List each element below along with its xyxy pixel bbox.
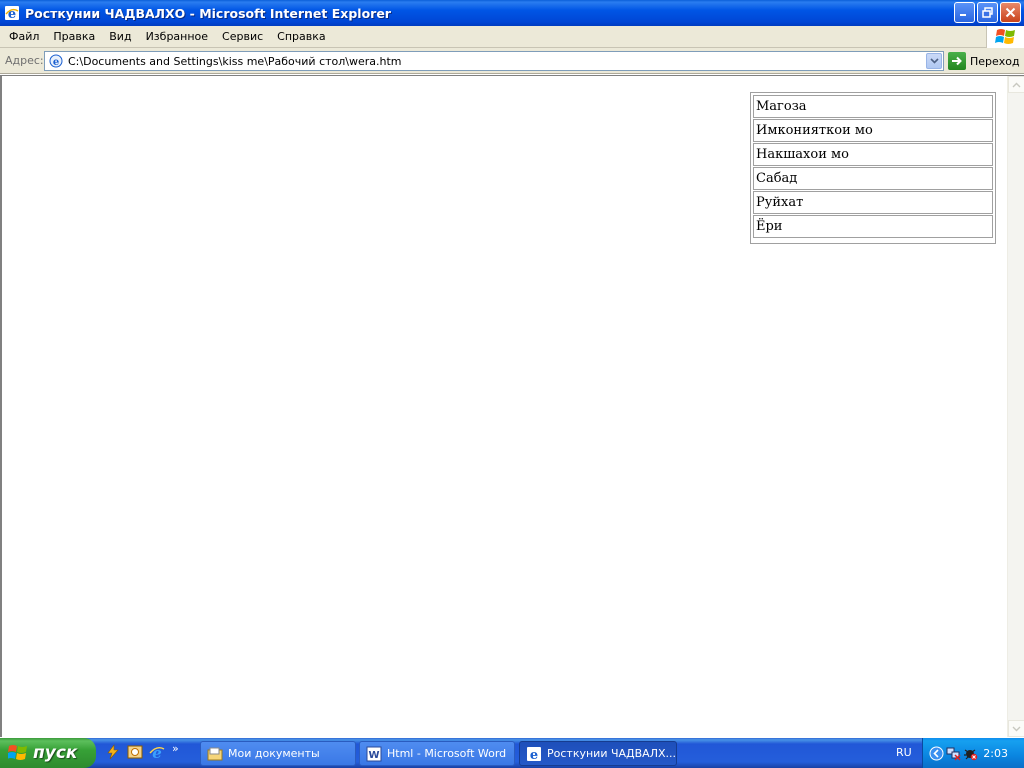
- ie-icon: e: [4, 5, 20, 21]
- language-indicator[interactable]: RU: [896, 746, 912, 759]
- address-bar: Адрес: e C:\Documents and Settings\kiss …: [0, 48, 1024, 74]
- window-title: Росткунии ЧАДВАЛХО - Microsoft Internet …: [25, 5, 391, 21]
- svg-text:e: e: [152, 744, 162, 760]
- close-button[interactable]: [1000, 2, 1021, 23]
- nav-menu-table: Магоза Имконияткои мо Накшахои мо Сабад …: [750, 92, 996, 244]
- menu-bar: Файл Правка Вид Избранное Сервис Справка: [0, 26, 1024, 48]
- folder-icon: [207, 746, 223, 762]
- taskbar: пуск e » Мои документы W Html - Microsof…: [0, 738, 1024, 768]
- minimize-icon: [960, 14, 966, 16]
- menu-edit[interactable]: Правка: [46, 30, 102, 43]
- task-word[interactable]: W Html - Microsoft Word: [359, 741, 515, 766]
- chevron-up-icon: [1012, 82, 1021, 87]
- chevron-down-icon: [929, 58, 939, 64]
- chevron-down-icon: [1012, 726, 1021, 731]
- ie-quicklaunch-icon[interactable]: e: [148, 743, 166, 761]
- nav-item-cart[interactable]: Сабад: [753, 167, 993, 190]
- task-internet-explorer[interactable]: e Росткунии ЧАДВАЛХ...: [519, 741, 677, 766]
- tray-expand-icon[interactable]: [929, 746, 944, 761]
- windows-flag-icon: [8, 743, 28, 763]
- restore-button[interactable]: [977, 2, 998, 23]
- address-dropdown-button[interactable]: [926, 53, 942, 69]
- close-icon: [1005, 7, 1016, 18]
- page-content: Магоза Имконияткои мо Накшахои мо Сабад …: [0, 75, 1024, 737]
- antivirus-icon[interactable]: [963, 746, 978, 761]
- start-label: пуск: [33, 743, 78, 763]
- nav-item-list[interactable]: Руйхат: [753, 191, 993, 214]
- system-tray: 2:03: [922, 738, 1024, 768]
- show-desktop-icon[interactable]: [126, 743, 144, 761]
- clock: 2:03: [983, 746, 1008, 760]
- go-arrow-icon: [948, 52, 966, 70]
- task-label: Html - Microsoft Word: [387, 747, 507, 760]
- nav-item-store[interactable]: Магоза: [753, 95, 993, 118]
- go-label: Переход: [970, 54, 1020, 68]
- task-label: Мои документы: [228, 747, 320, 760]
- task-my-documents[interactable]: Мои документы: [200, 741, 356, 766]
- winamp-icon[interactable]: [104, 743, 122, 761]
- network-icon[interactable]: [946, 746, 961, 761]
- page-icon: e: [48, 53, 64, 69]
- nav-item-features[interactable]: Имконияткои мо: [753, 119, 993, 142]
- go-button[interactable]: Переход: [948, 52, 1020, 70]
- quick-launch: e »: [104, 742, 179, 761]
- svg-text:e: e: [530, 748, 538, 762]
- vertical-scrollbar[interactable]: [1007, 76, 1024, 737]
- menu-file[interactable]: Файл: [0, 30, 46, 43]
- windows-logo-icon: [986, 26, 1024, 48]
- start-button[interactable]: пуск: [0, 738, 96, 768]
- scroll-up-button[interactable]: [1008, 76, 1024, 93]
- minimize-button[interactable]: [954, 2, 975, 23]
- menu-tools[interactable]: Сервис: [215, 30, 270, 43]
- ie-icon: e: [526, 746, 542, 762]
- svg-text:e: e: [53, 57, 59, 68]
- scroll-down-button[interactable]: [1008, 720, 1024, 737]
- restore-icon: [982, 7, 993, 18]
- svg-text:W: W: [368, 750, 379, 761]
- window-titlebar[interactable]: e Росткунии ЧАДВАЛХО - Microsoft Interne…: [0, 0, 1024, 26]
- nav-item-plans[interactable]: Накшахои мо: [753, 143, 993, 166]
- task-label: Росткунии ЧАДВАЛХ...: [547, 747, 676, 760]
- nav-item-help[interactable]: Ёри: [753, 215, 993, 238]
- menu-view[interactable]: Вид: [102, 30, 138, 43]
- menu-help[interactable]: Справка: [270, 30, 332, 43]
- quick-launch-more-icon[interactable]: »: [172, 742, 179, 755]
- word-icon: W: [366, 746, 382, 762]
- address-label: Адрес:: [5, 54, 44, 67]
- address-input[interactable]: e C:\Documents and Settings\kiss me\Рабо…: [44, 51, 944, 71]
- address-value: C:\Documents and Settings\kiss me\Рабочи…: [68, 54, 402, 68]
- menu-favorites[interactable]: Избранное: [139, 30, 215, 43]
